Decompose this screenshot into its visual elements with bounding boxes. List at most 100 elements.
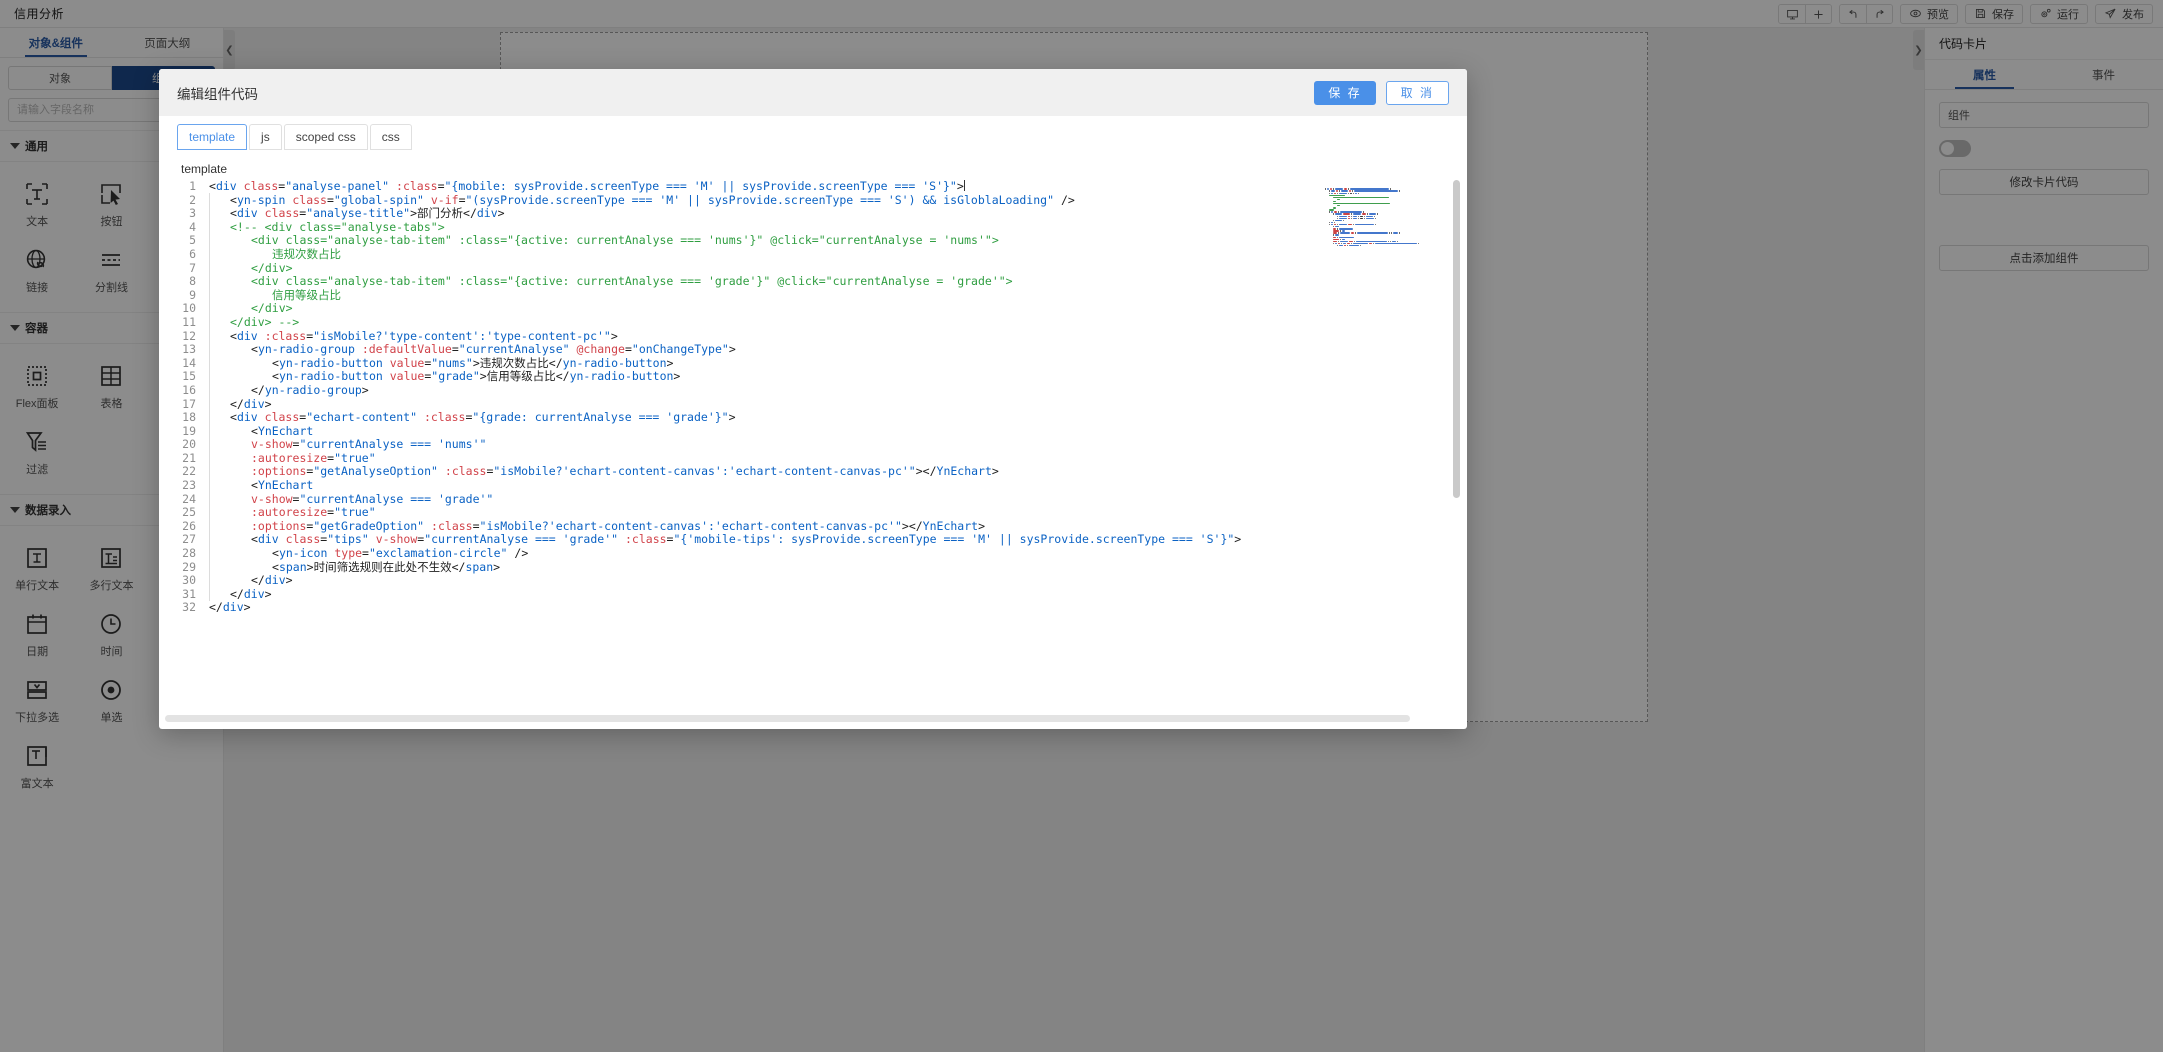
code-line[interactable]: 1 <div class="analyse-panel" :class="{mob… bbox=[165, 180, 1461, 194]
code-line-text[interactable]: <yn-radio-button value="nums">违规次数占比</yn… bbox=[207, 355, 674, 371]
indent-guide bbox=[209, 573, 251, 588]
line-number: 25 bbox=[182, 505, 196, 520]
code-token: > bbox=[306, 559, 314, 574]
code-line[interactable]: 11 </div> --> bbox=[165, 314, 1461, 330]
modal-header: 编辑组件代码 保 存 取 消 bbox=[159, 69, 1467, 116]
editor-horizontal-scrollbar[interactable] bbox=[165, 714, 1461, 723]
code-token: "echart-content" bbox=[306, 410, 417, 425]
code-line-text[interactable]: <div class="analyse-tab-item" :class="{a… bbox=[207, 274, 1013, 289]
code-token: > bbox=[666, 355, 674, 370]
minimap-token bbox=[1365, 215, 1374, 217]
code-line-text[interactable]: <div class="analyse-title">部门分析</div> bbox=[207, 206, 505, 221]
code-line[interactable]: 17 </div> bbox=[165, 396, 1461, 412]
code-line[interactable]: 27 <div class="tips" v-show="currentAnaly… bbox=[165, 532, 1461, 547]
code-line[interactable]: 3 <div class="analyse-title">部门分析</div> bbox=[165, 206, 1461, 221]
code-token: > bbox=[479, 369, 487, 384]
code-token: div bbox=[236, 328, 258, 343]
code-line[interactable]: 19 <YnEchart bbox=[165, 423, 1461, 439]
code-token: "currentAnalyse === 'grade'" bbox=[299, 491, 494, 506]
code-line-text[interactable]: <YnEchart bbox=[207, 478, 313, 493]
code-line-text[interactable]: <div class="analyse-tab-item" :class="{a… bbox=[207, 233, 999, 248]
code-token: = bbox=[437, 180, 445, 193]
code-line[interactable]: 16 </yn-radio-group> bbox=[165, 382, 1461, 398]
code-line-text[interactable]: <yn-radio-group :defaultValue="currentAn… bbox=[207, 342, 736, 357]
tab-js[interactable]: js bbox=[249, 124, 282, 150]
code-lines-container[interactable]: 1 <div class="analyse-panel" :class="{mob… bbox=[165, 180, 1461, 723]
code-line[interactable]: 15 <yn-radio-button value="grade">信用等级占比<… bbox=[165, 369, 1461, 384]
code-line[interactable]: 28 <yn-icon type="exclamation-circle" /> bbox=[165, 546, 1461, 561]
code-line[interactable]: 23 <YnEchart bbox=[165, 478, 1461, 493]
scrollbar-thumb[interactable] bbox=[165, 715, 1410, 722]
code-line-text[interactable]: </div> bbox=[207, 396, 272, 412]
code-line[interactable]: 26:options="getGradeOption" :class="isMo… bbox=[165, 518, 1461, 534]
code-token: "currentAnalyse" bbox=[458, 342, 570, 357]
tab-template[interactable]: template bbox=[177, 124, 248, 150]
code-line[interactable]: 31 </div> bbox=[165, 586, 1461, 602]
modal-save-button[interactable]: 保 存 bbox=[1314, 80, 1376, 105]
code-line[interactable]: 6 违规次数占比 bbox=[165, 246, 1461, 262]
code-token: "isMobile?'echart-content-canvas':'echar… bbox=[493, 464, 916, 479]
code-line[interactable]: 7 </div> bbox=[165, 260, 1461, 276]
code-line[interactable]: 21:autoresize="true" bbox=[165, 450, 1461, 466]
code-line[interactable]: 18 <div class="echart-content" :class="{g… bbox=[165, 410, 1461, 425]
code-token: class bbox=[292, 192, 327, 207]
code-line[interactable]: 5 <div class="analyse-tab-item" :class="{… bbox=[165, 233, 1461, 248]
scrollbar-thumb[interactable] bbox=[1453, 180, 1460, 498]
tab-scoped-css[interactable]: scoped css bbox=[283, 124, 368, 150]
code-line[interactable]: 2 <yn-spin class="global-spin" v-if="(sys… bbox=[165, 192, 1461, 208]
line-number: 22 bbox=[182, 464, 196, 479]
tab-css[interactable]: css bbox=[369, 124, 412, 150]
code-line-text[interactable]: </div> bbox=[207, 601, 251, 615]
code-line-text[interactable]: 违规次数占比 bbox=[207, 246, 341, 262]
code-line-text[interactable]: <div class="tips" v-show="currentAnalyse… bbox=[207, 532, 1241, 547]
code-line-text[interactable]: v-show="currentAnalyse === 'nums'" bbox=[207, 437, 486, 452]
code-line-text[interactable]: <YnEchart bbox=[207, 423, 313, 439]
code-line-text[interactable]: <yn-icon type="exclamation-circle" /> bbox=[207, 546, 529, 561]
code-line-text[interactable]: v-show="currentAnalyse === 'grade'" bbox=[207, 491, 494, 507]
code-token: < bbox=[209, 180, 216, 193]
code-line-text[interactable]: <div class="echart-content" :class="{gra… bbox=[207, 410, 736, 425]
minimap-token bbox=[1329, 211, 1330, 213]
code-line-text[interactable]: <div class="analyse-panel" :class="{mobi… bbox=[207, 180, 965, 194]
code-line[interactable]: 22 :options="getAnalyseOption" :class="is… bbox=[165, 464, 1461, 479]
code-line[interactable]: 32 </div> bbox=[165, 601, 1461, 615]
code-line[interactable]: 29 <span>时间筛选规则在此处不生效</span> bbox=[165, 559, 1461, 575]
code-line[interactable]: 10 </div> bbox=[165, 301, 1461, 316]
code-minimap[interactable] bbox=[1323, 188, 1451, 246]
code-line-text[interactable]: </div> bbox=[207, 573, 293, 588]
code-line-text[interactable]: :autoresize="true" bbox=[207, 450, 376, 466]
code-line-text[interactable]: <!-- <div class="analyse-tabs"> bbox=[207, 219, 445, 235]
minimap-token bbox=[1343, 213, 1351, 215]
code-line[interactable]: 9 信用等级占比 bbox=[165, 287, 1461, 303]
code-line-text[interactable]: </div> bbox=[207, 260, 293, 276]
code-line-text[interactable]: :options="getAnalyseOption" :class="isMo… bbox=[207, 464, 999, 479]
code-line-text[interactable]: </div> --> bbox=[207, 314, 299, 330]
code-line-text[interactable]: <yn-spin class="global-spin" v-if="(sysP… bbox=[207, 192, 1075, 208]
code-line[interactable]: 30 </div> bbox=[165, 573, 1461, 588]
code-line[interactable]: 8 <div class="analyse-tab-item" :class="{… bbox=[165, 274, 1461, 289]
code-token: > bbox=[901, 518, 909, 533]
code-token: < bbox=[272, 559, 279, 574]
code-line-text[interactable]: :autoresize="true" bbox=[207, 505, 376, 520]
code-line-text[interactable]: :options="getGradeOption" :class="isMobi… bbox=[207, 518, 985, 534]
code-line[interactable]: 14 <yn-radio-button value="nums">违规次数占比</… bbox=[165, 355, 1461, 371]
code-line-text[interactable]: <yn-radio-button value="grade">信用等级占比</y… bbox=[207, 369, 680, 384]
code-line-text[interactable]: <span>时间筛选规则在此处不生效</span> bbox=[207, 559, 500, 575]
code-line[interactable]: 13 <yn-radio-group :defaultValue="current… bbox=[165, 342, 1461, 357]
code-editor[interactable]: 1 <div class="analyse-panel" :class="{mob… bbox=[165, 180, 1461, 723]
code-line[interactable]: 12 <div :class="isMobile?'type-content':'… bbox=[165, 328, 1461, 344]
editor-vertical-scrollbar[interactable] bbox=[1452, 180, 1461, 723]
code-line-text[interactable]: </yn-radio-group> bbox=[207, 382, 369, 398]
modal-cancel-button[interactable]: 取 消 bbox=[1385, 80, 1449, 105]
code-line-text[interactable]: 信用等级占比 bbox=[207, 287, 341, 303]
code-token: /> bbox=[514, 546, 529, 561]
code-line-text[interactable]: </div> bbox=[207, 586, 272, 602]
code-line[interactable]: 24 v-show="currentAnalyse === 'grade'" bbox=[165, 491, 1461, 507]
code-line[interactable]: 20 v-show="currentAnalyse === 'nums'" bbox=[165, 437, 1461, 452]
minimap-token bbox=[1333, 240, 1338, 243]
code-line[interactable]: 4 <!-- <div class="analyse-tabs"> bbox=[165, 219, 1461, 235]
minimap-token bbox=[1348, 244, 1360, 246]
code-line-text[interactable]: <div :class="isMobile?'type-content':'ty… bbox=[207, 328, 618, 344]
code-line-text[interactable]: </div> bbox=[207, 301, 293, 316]
code-line[interactable]: 25 :autoresize="true" bbox=[165, 505, 1461, 520]
